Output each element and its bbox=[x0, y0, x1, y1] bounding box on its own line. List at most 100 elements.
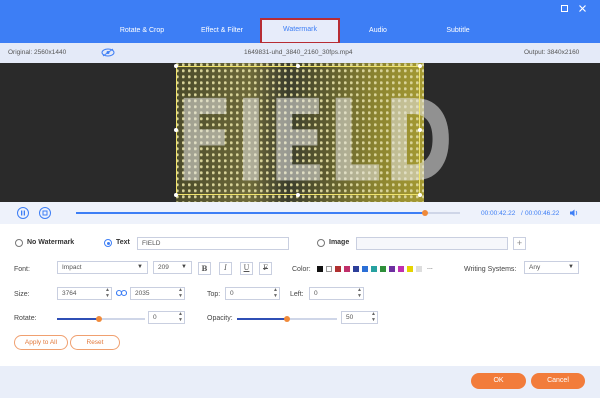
tab-effect-filter[interactable]: Effect & Filter bbox=[184, 20, 260, 42]
height-input[interactable]: 2035 ▲ ▼ bbox=[130, 287, 185, 300]
italic-button[interactable]: I bbox=[219, 262, 232, 275]
resize-handle[interactable] bbox=[174, 193, 178, 197]
stop-button[interactable] bbox=[39, 207, 51, 219]
original-resolution: Original: 2560x1440 bbox=[8, 49, 67, 56]
top-input[interactable]: 0 ▲ ▼ bbox=[225, 287, 280, 300]
no-watermark-label: No Watermark bbox=[27, 239, 75, 246]
reset-button[interactable]: Reset bbox=[70, 335, 120, 350]
stepper-arrows[interactable]: ▲ ▼ bbox=[357, 287, 362, 299]
color-swatch[interactable] bbox=[326, 266, 332, 272]
ok-button[interactable]: OK bbox=[471, 373, 526, 389]
color-swatch[interactable] bbox=[389, 266, 395, 272]
tab-audio[interactable]: Audio bbox=[340, 20, 416, 42]
opacity-value: 50 bbox=[346, 314, 354, 321]
resize-handle[interactable] bbox=[418, 193, 422, 197]
stepper-arrows[interactable]: ▲ ▼ bbox=[371, 311, 376, 323]
resize-handle[interactable] bbox=[174, 128, 178, 132]
stepper-arrows[interactable]: ▲ ▼ bbox=[178, 287, 183, 299]
bold-button[interactable]: B bbox=[198, 262, 211, 275]
chevron-down-icon: ▼ bbox=[181, 264, 187, 270]
rotate-input[interactable]: 0 ▲ ▼ bbox=[148, 311, 185, 324]
opacity-slider-knob[interactable] bbox=[284, 316, 290, 322]
time-separator: / bbox=[521, 210, 523, 217]
timeline-knob[interactable] bbox=[422, 210, 428, 216]
title-bar: Rotate & Crop Effect & Filter Watermark … bbox=[0, 0, 600, 44]
color-swatch[interactable] bbox=[317, 266, 323, 272]
color-label: Color: bbox=[292, 266, 311, 273]
writing-systems-label: Writing Systems: bbox=[464, 266, 517, 273]
chevron-down-icon: ▼ bbox=[137, 264, 143, 270]
tab-watermark[interactable]: Watermark bbox=[260, 18, 340, 44]
link-aspect-icon[interactable] bbox=[115, 289, 128, 299]
add-image-button[interactable]: + bbox=[513, 237, 526, 250]
color-swatch[interactable] bbox=[344, 266, 350, 272]
volume-icon[interactable] bbox=[569, 208, 579, 220]
image-path-input[interactable] bbox=[356, 237, 508, 250]
underline-button[interactable]: U bbox=[240, 262, 253, 275]
color-swatch[interactable] bbox=[335, 266, 341, 272]
chevron-down-icon: ▼ bbox=[568, 264, 574, 270]
left-label: Left: bbox=[290, 291, 304, 298]
font-size-value: 209 bbox=[158, 264, 169, 271]
opacity-slider[interactable] bbox=[237, 316, 337, 322]
strikethrough-button[interactable]: F bbox=[259, 262, 272, 275]
color-swatch[interactable] bbox=[353, 266, 359, 272]
eye-hidden-icon[interactable] bbox=[101, 48, 115, 59]
playback-bar: 00:00:42.22 / 00:00:46.22 bbox=[0, 202, 600, 224]
writing-systems-select[interactable]: Any ▼ bbox=[524, 261, 579, 274]
stepper-arrows[interactable]: ▲ ▼ bbox=[105, 287, 110, 299]
apply-to-all-button[interactable]: Apply to All bbox=[14, 335, 68, 350]
timeline-progress bbox=[76, 212, 425, 214]
rotate-value: 0 bbox=[153, 314, 157, 321]
footer-bar: OK Cancel bbox=[0, 366, 600, 398]
color-swatch[interactable] bbox=[407, 266, 413, 272]
color-swatch[interactable] bbox=[362, 266, 368, 272]
opacity-input[interactable]: 50 ▲ ▼ bbox=[341, 311, 378, 324]
rotate-slider[interactable] bbox=[57, 316, 145, 322]
font-select[interactable]: Impact ▼ bbox=[57, 261, 148, 274]
video-preview: FIELD bbox=[0, 63, 600, 207]
output-resolution: Output: 3840x2160 bbox=[524, 49, 580, 56]
color-swatch[interactable] bbox=[371, 266, 377, 272]
resize-handle[interactable] bbox=[418, 64, 422, 68]
color-swatch[interactable] bbox=[380, 266, 386, 272]
width-value: 3764 bbox=[62, 290, 77, 297]
color-swatch[interactable] bbox=[416, 266, 422, 272]
left-value: 0 bbox=[314, 290, 318, 297]
width-input[interactable]: 3764 ▲ ▼ bbox=[57, 287, 112, 300]
tab-rotate-crop[interactable]: Rotate & Crop bbox=[104, 20, 180, 42]
no-watermark-radio[interactable] bbox=[15, 239, 23, 247]
text-radio[interactable] bbox=[104, 239, 112, 247]
rotate-slider-knob[interactable] bbox=[96, 316, 102, 322]
rotate-slider-fill bbox=[57, 318, 99, 320]
cancel-button[interactable]: Cancel bbox=[531, 373, 585, 389]
font-size-select[interactable]: 209 ▼ bbox=[153, 261, 192, 274]
watermark-text-input[interactable]: FIELD bbox=[137, 237, 289, 250]
resize-handle[interactable] bbox=[296, 193, 300, 197]
stepper-arrows[interactable]: ▲ ▼ bbox=[273, 287, 278, 299]
watermark-settings-panel: No Watermark Text FIELD Image + Font: Im… bbox=[0, 224, 600, 366]
timeline-track[interactable] bbox=[76, 210, 460, 216]
more-colors-button[interactable]: ... bbox=[427, 264, 433, 271]
size-label: Size: bbox=[14, 291, 30, 298]
total-time: 00:00:46.22 bbox=[525, 210, 560, 217]
left-input[interactable]: 0 ▲ ▼ bbox=[309, 287, 364, 300]
stepper-arrows[interactable]: ▲ ▼ bbox=[178, 311, 183, 323]
resize-handle[interactable] bbox=[174, 64, 178, 68]
rotate-label: Rotate: bbox=[14, 315, 37, 322]
opacity-label: Opacity: bbox=[207, 315, 233, 322]
image-radio[interactable] bbox=[317, 239, 325, 247]
tab-subtitle[interactable]: Subtitle bbox=[420, 20, 496, 42]
restore-icon[interactable] bbox=[559, 4, 569, 14]
pause-button[interactable] bbox=[17, 207, 29, 219]
close-icon[interactable] bbox=[577, 4, 587, 14]
info-bar: Original: 2560x1440 1649831-uhd_3840_216… bbox=[0, 43, 600, 63]
resize-handle[interactable] bbox=[296, 64, 300, 68]
file-name: 1649831-uhd_3840_2160_30fps.mp4 bbox=[244, 49, 353, 56]
height-value: 2035 bbox=[135, 290, 150, 297]
current-time: 00:00:42.22 bbox=[481, 210, 516, 217]
watermark-selection-box[interactable] bbox=[176, 66, 420, 195]
color-swatch[interactable] bbox=[398, 266, 404, 272]
font-label: Font: bbox=[14, 266, 30, 273]
resize-handle[interactable] bbox=[418, 128, 422, 132]
